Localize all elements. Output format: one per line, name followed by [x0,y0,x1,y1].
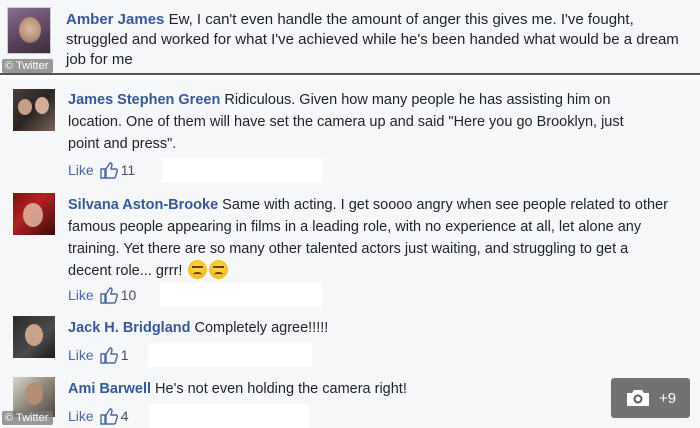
comment-body: Silvana Aston-Brooke Same with acting. I… [68,194,668,282]
avatar[interactable] [7,7,51,54]
angry-face-icon [188,260,208,279]
like-link[interactable]: Like [68,408,94,424]
comment-body: Jack H. Bridgland Completely agree!!!!! [68,317,668,339]
thumbs-up-icon [99,346,118,364]
avatar[interactable] [13,193,55,235]
redacted-area [148,343,312,367]
redacted-area [160,283,322,307]
gallery-button[interactable]: +9 [611,378,690,418]
redacted-area [150,404,310,428]
top-comment-card: Amber James Ew, I can't even handle the … [0,0,700,75]
redacted-area [162,158,322,182]
comment-text: Completely agree!!!!! [194,320,329,336]
gallery-count: +9 [658,389,677,407]
like-count: 1 [120,347,129,363]
like-link[interactable]: Like [68,347,94,363]
comment-actions: Like 11 [68,160,135,180]
like-count: 10 [120,287,137,303]
comment-actions: Like 4 [68,406,128,426]
camera-icon [626,390,649,406]
thumbs-up-icon [99,161,118,179]
comment-actions: Like 1 [68,345,128,365]
comment-body: James Stephen Green Ridiculous. Given ho… [68,89,658,155]
thumbs-up-icon [99,286,118,304]
avatar[interactable] [13,89,55,131]
comment-text: He's not even holding the camera right! [155,381,407,397]
comment-body: Ami Barwell He's not even holding the ca… [68,378,668,400]
like-count: 4 [120,408,129,424]
angry-face-icon [209,260,229,279]
commenter-name[interactable]: Silvana Aston-Brooke [68,197,218,213]
commenter-name[interactable]: Amber James [66,11,164,28]
like-link[interactable]: Like [68,162,94,178]
twitter-watermark: © Twitter [2,59,54,73]
comment-actions: Like 10 [68,285,136,305]
like-link[interactable]: Like [68,287,94,303]
commenter-name[interactable]: Ami Barwell [68,381,151,397]
avatar[interactable] [13,316,55,358]
commenter-name[interactable]: Jack H. Bridgland [68,320,190,336]
like-count: 11 [120,162,136,178]
commenter-name[interactable]: James Stephen Green [68,92,220,108]
thumbs-up-icon [99,407,118,425]
top-comment-body: Amber James Ew, I can't even handle the … [66,10,686,70]
twitter-watermark: © Twitter [2,411,54,425]
